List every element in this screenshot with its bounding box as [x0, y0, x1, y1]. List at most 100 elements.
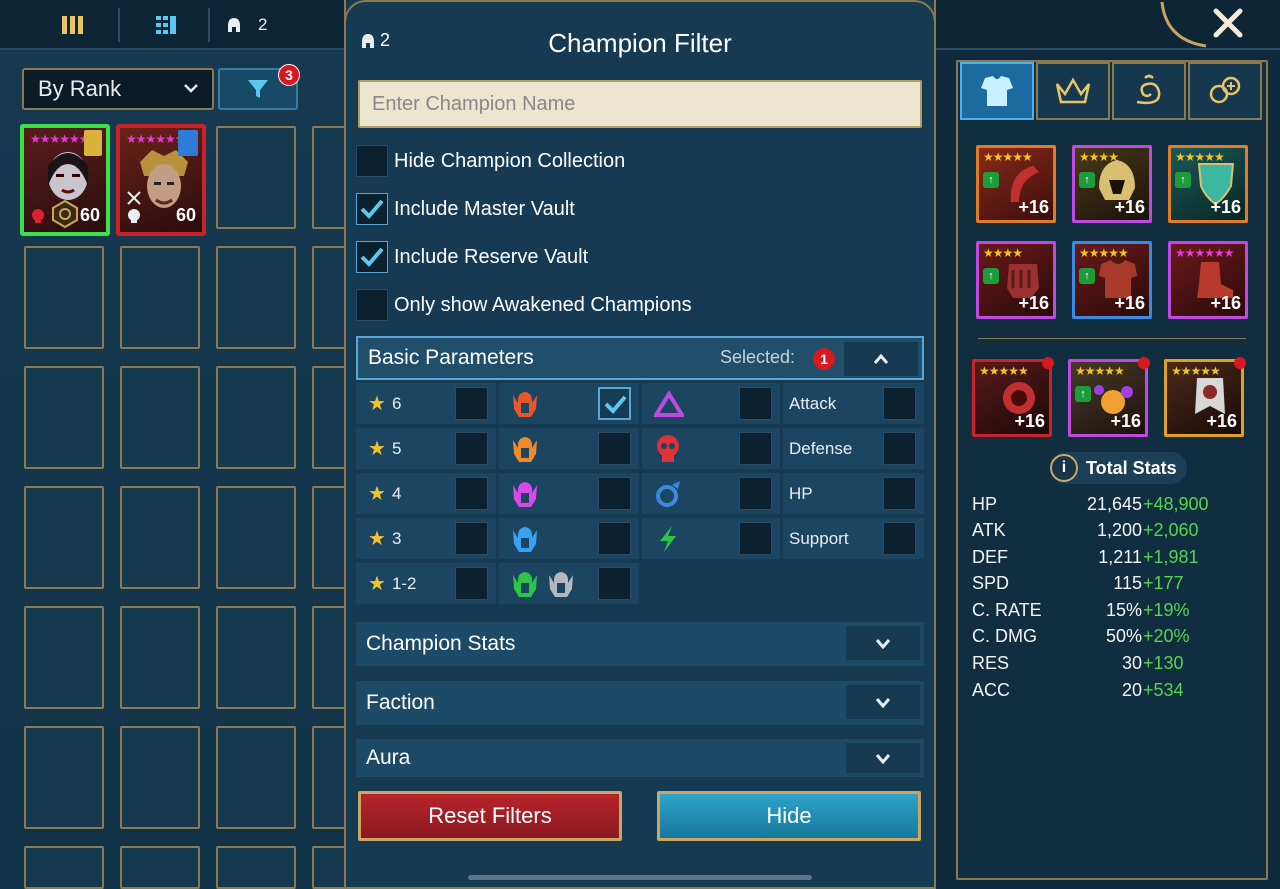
option-hide-collection[interactable]: Hide Champion Collection	[356, 144, 625, 178]
role-filter-hp[interactable]: HP	[783, 473, 924, 514]
hide-button[interactable]: Hide	[657, 791, 921, 841]
gear-slot[interactable]: ★★★★★★ +16	[1168, 241, 1248, 319]
empty-slot[interactable]	[24, 606, 104, 709]
section-aura[interactable]: Aura	[356, 739, 924, 777]
skull-icon	[32, 209, 44, 223]
reset-filters-button[interactable]: Reset Filters	[358, 791, 622, 841]
rarity-filter-legendary[interactable]	[499, 383, 639, 424]
empty-slot[interactable]	[24, 846, 104, 889]
close-button[interactable]	[1212, 6, 1244, 48]
checkbox[interactable]	[883, 522, 916, 555]
rarity-filter-epic[interactable]	[499, 473, 639, 514]
champion-card[interactable]: ★★★★★★ 60	[20, 124, 110, 236]
gear-slot[interactable]: ★★★★★ ↑ +16	[976, 145, 1056, 223]
notification-dot	[1138, 357, 1150, 369]
champion-name-input[interactable]	[358, 80, 922, 128]
role-filter-attack[interactable]: Attack	[783, 383, 924, 424]
checkbox[interactable]	[455, 387, 488, 420]
empty-slot[interactable]	[120, 486, 200, 589]
empty-slot[interactable]	[120, 366, 200, 469]
checkbox[interactable]	[739, 477, 772, 510]
list-view-icon[interactable]	[52, 10, 92, 40]
checkbox[interactable]	[739, 432, 772, 465]
rank-filter-6[interactable]: ★ 6	[356, 383, 496, 424]
rarity-filter-rare[interactable]	[499, 518, 639, 559]
sort-select[interactable]: By Rank	[22, 68, 214, 110]
affinity-filter-spirit[interactable]	[642, 473, 780, 514]
checkbox[interactable]	[598, 567, 631, 600]
tab-armor[interactable]	[960, 62, 1034, 120]
expand-button[interactable]	[846, 743, 920, 773]
affinity-filter-force[interactable]	[642, 428, 780, 469]
empty-slot[interactable]	[120, 606, 200, 709]
checkbox[interactable]	[883, 477, 916, 510]
empty-slot[interactable]	[216, 846, 296, 889]
empty-slot[interactable]	[216, 246, 296, 349]
empty-slot[interactable]	[216, 726, 296, 829]
gear-slot[interactable]: ★★★★ ↑ +16	[1072, 145, 1152, 223]
option-master-vault[interactable]: Include Master Vault	[356, 192, 575, 226]
checkbox[interactable]	[883, 387, 916, 420]
empty-slot[interactable]	[216, 606, 296, 709]
rank-filter-3[interactable]: ★ 3	[356, 518, 496, 559]
empty-slot[interactable]	[216, 486, 296, 589]
tab-accessories[interactable]	[1036, 62, 1110, 120]
checkbox[interactable]	[356, 241, 388, 273]
checkbox[interactable]	[455, 567, 488, 600]
checkbox[interactable]	[598, 477, 631, 510]
grid-view-icon[interactable]	[146, 10, 186, 40]
role-filter-defense[interactable]: Defense	[783, 428, 924, 469]
checkbox[interactable]	[356, 145, 388, 177]
rarity-filter-epic-orange[interactable]	[499, 428, 639, 469]
checkbox[interactable]	[455, 432, 488, 465]
expand-button[interactable]	[846, 626, 920, 660]
accessory-slot[interactable]: ★★★★★ +16	[972, 357, 1054, 437]
role-filter-support[interactable]: Support	[783, 518, 924, 559]
option-reserve-vault[interactable]: Include Reserve Vault	[356, 240, 588, 274]
empty-slot[interactable]	[120, 726, 200, 829]
checkbox[interactable]	[598, 522, 631, 555]
swirl-icon	[1136, 74, 1161, 105]
empty-slot[interactable]	[24, 726, 104, 829]
rank-filter-1-2[interactable]: ★ 1-2	[356, 563, 496, 604]
empty-slot[interactable]	[24, 366, 104, 469]
empty-slot[interactable]	[120, 846, 200, 889]
checkbox[interactable]	[356, 193, 388, 225]
section-basic-parameters[interactable]: Basic Parameters	[356, 336, 924, 380]
empty-slot[interactable]	[24, 246, 104, 349]
scrollbar[interactable]	[468, 875, 812, 880]
section-champion-stats[interactable]: Champion Stats	[356, 622, 924, 666]
checkbox[interactable]	[356, 289, 388, 321]
gear-slot[interactable]: ★★★★★ ↑ +16	[1168, 145, 1248, 223]
checkbox[interactable]	[598, 432, 631, 465]
gear-slot[interactable]: ★★★★ ↑ +16	[976, 241, 1056, 319]
champion-card[interactable]: ★★★★★★ 60	[116, 124, 206, 236]
rank-stars: ★★★★★★	[126, 132, 186, 146]
info-icon[interactable]: i	[1050, 454, 1078, 482]
empty-slot[interactable]	[24, 486, 104, 589]
accessory-slot[interactable]: ★★★★★ +16	[1164, 357, 1246, 437]
tab-bonuses[interactable]	[1188, 62, 1262, 120]
collapse-button[interactable]	[844, 342, 918, 376]
expand-button[interactable]	[846, 685, 920, 719]
section-faction[interactable]: Faction	[356, 681, 924, 725]
accessory-slot[interactable]: ★★★★★ ↑ +16	[1068, 357, 1150, 437]
rarity-filter-uncommon-common[interactable]	[499, 563, 639, 604]
rank-filter-5[interactable]: ★ 5	[356, 428, 496, 469]
empty-slot[interactable]	[216, 126, 296, 229]
checkbox[interactable]	[739, 522, 772, 555]
affinity-filter-void[interactable]	[642, 518, 780, 559]
checkbox[interactable]	[739, 387, 772, 420]
option-awakened-only[interactable]: Only show Awakened Champions	[356, 288, 692, 322]
tab-relics[interactable]	[1112, 62, 1186, 120]
checkbox[interactable]	[883, 432, 916, 465]
checkbox[interactable]	[455, 522, 488, 555]
empty-slot[interactable]	[120, 246, 200, 349]
affinity-filter-magic[interactable]	[642, 383, 780, 424]
rank-filter-4[interactable]: ★ 4	[356, 473, 496, 514]
empty-slot[interactable]	[216, 366, 296, 469]
gear-slot[interactable]: ★★★★★ ↑ +16	[1072, 241, 1152, 319]
checkbox[interactable]	[455, 477, 488, 510]
checkbox[interactable]	[598, 387, 631, 420]
upgrade-icon: ↑	[983, 268, 999, 284]
